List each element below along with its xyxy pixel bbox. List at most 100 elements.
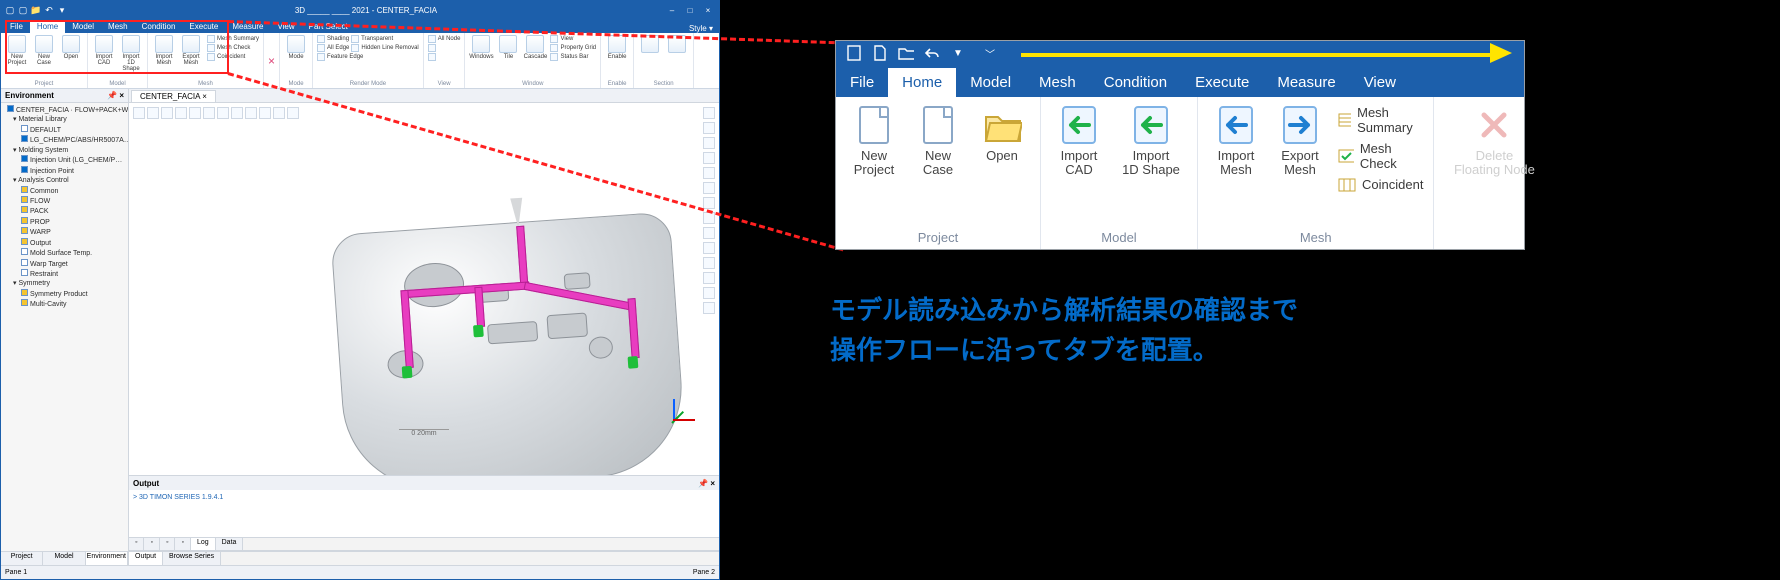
import-1d-button[interactable]: Import1D Shape xyxy=(1115,103,1187,178)
output-line: > 3D TIMON SERIES 1.9.4.1 xyxy=(133,494,715,501)
qat-redo-icon[interactable]: ▾ xyxy=(57,5,67,15)
qat-page-icon[interactable] xyxy=(872,45,888,61)
export-mesh-button[interactable]: ExportMesh xyxy=(1272,103,1328,192)
new-case-button[interactable]: NewCase xyxy=(910,103,966,178)
qat-undo-icon[interactable] xyxy=(924,45,940,61)
coincident-icon xyxy=(1338,178,1356,192)
out-btab-browse[interactable]: Browse Series xyxy=(163,552,221,565)
tab-file[interactable]: File xyxy=(3,20,30,33)
output-pin-icon[interactable]: 📌 × xyxy=(698,479,715,488)
cgroup-project-label: Project xyxy=(846,230,1030,245)
delete-floating-node-button: DeleteFloating Node xyxy=(1444,103,1544,178)
document-tabs: CENTER_FACIA × xyxy=(129,89,719,103)
out-icon-4[interactable]: ◦ xyxy=(175,538,190,550)
model-view xyxy=(330,211,687,475)
out-icon-2[interactable]: ◦ xyxy=(144,538,159,550)
gate-icon xyxy=(402,366,413,379)
mesh-check-item[interactable]: Mesh Check xyxy=(207,44,259,52)
coincident-icon xyxy=(207,53,215,61)
new-case-button[interactable]: NewCase xyxy=(32,35,56,66)
env-tab-project[interactable]: Project xyxy=(1,552,43,565)
out-icon-1[interactable]: ◦ xyxy=(129,538,144,550)
import-mesh-icon xyxy=(155,35,173,53)
all-edge-item[interactable]: All EdgeHidden Line Removal xyxy=(317,44,419,52)
tab-condition[interactable]: Condition xyxy=(135,20,183,33)
out-btab-output[interactable]: Output xyxy=(129,552,163,565)
env-pin-icon[interactable]: 📌 × xyxy=(107,91,124,100)
tab-execute[interactable]: Execute xyxy=(182,20,225,33)
output-panel: Output📌 × > 3D TIMON SERIES 1.9.4.1 ◦ ◦ … xyxy=(129,475,719,565)
status-bar: Pane 1 Pane 2 xyxy=(1,565,719,579)
tab-home[interactable]: Home xyxy=(30,20,65,33)
qat-blank-icon[interactable] xyxy=(846,45,862,61)
import-cad-button[interactable]: ImportCAD xyxy=(1051,103,1107,178)
maximize-button[interactable]: □ xyxy=(683,6,697,15)
doc-close-icon[interactable]: × xyxy=(202,92,207,101)
mesh-check-icon xyxy=(207,44,215,52)
qat-separator: ﹀ xyxy=(982,45,998,61)
windows-button[interactable]: Windows xyxy=(469,35,493,61)
import-1d-button[interactable]: Import1D Shape xyxy=(119,35,143,72)
qat-folder-icon[interactable]: 📁 xyxy=(31,5,41,15)
new-project-button[interactable]: NewProject xyxy=(5,35,29,66)
ctab-condition[interactable]: Condition xyxy=(1090,68,1181,97)
coincident-item[interactable]: Coincident xyxy=(207,53,259,61)
ctab-mesh[interactable]: Mesh xyxy=(1025,68,1090,97)
viewport[interactable]: 0 20mm xyxy=(129,103,719,475)
mode-button[interactable]: Mode xyxy=(284,35,308,60)
cascade-button[interactable]: Cascade xyxy=(523,35,547,61)
mesh-summary-item[interactable]: Mesh Summary xyxy=(207,35,259,43)
mesh-summary-item[interactable]: Mesh Summary xyxy=(1338,105,1423,135)
env-tab-environment[interactable]: Environment xyxy=(86,552,128,565)
ctab-home[interactable]: Home xyxy=(888,68,956,97)
ctab-file[interactable]: File xyxy=(836,68,888,97)
enable-button[interactable]: Enable xyxy=(605,35,629,60)
qat-open-icon[interactable]: ▢ xyxy=(18,5,28,15)
out-icon-3[interactable]: ◦ xyxy=(160,538,175,550)
cgroup-project: NewProject NewCase Open Project xyxy=(836,97,1041,249)
new-project-icon xyxy=(854,103,894,147)
tab-mesh[interactable]: Mesh xyxy=(101,20,135,33)
minimize-button[interactable]: – xyxy=(665,6,679,15)
vt-icon[interactable] xyxy=(133,107,145,119)
ctab-view[interactable]: View xyxy=(1350,68,1410,97)
mesh-check-item[interactable]: Mesh Check xyxy=(1338,141,1423,171)
cgroup-model-label: Model xyxy=(1051,230,1187,245)
orientation-triad[interactable] xyxy=(655,387,691,423)
scale-bar: 0 20mm xyxy=(399,429,449,437)
tree-root[interactable]: CENTER_FACIA · FLOW+PACK+WA… xyxy=(3,105,126,115)
delete-x[interactable]: × xyxy=(264,33,280,88)
cgroup-mesh: ImportMesh ExportMesh Mesh Summary Mesh … xyxy=(1198,97,1434,249)
shading-item[interactable]: ShadingTransparent xyxy=(317,35,419,43)
caption-line-2: 操作フローに沿ってタブを配置。 xyxy=(830,330,1298,370)
style-dropdown[interactable]: Style ▾ xyxy=(683,24,719,33)
qat-undo-icon[interactable]: ↶ xyxy=(44,5,54,15)
import-mesh-button[interactable]: ImportMesh xyxy=(152,35,176,66)
out-tab-data[interactable]: Data xyxy=(216,538,244,550)
import-cad-button[interactable]: ImportCAD xyxy=(92,35,116,72)
environment-tree[interactable]: CENTER_FACIA · FLOW+PACK+WA… ▾ Material … xyxy=(1,103,128,551)
new-project-button[interactable]: NewProject xyxy=(846,103,902,178)
open-button[interactable]: Open xyxy=(59,35,83,66)
import-mesh-button[interactable]: ImportMesh xyxy=(1208,103,1264,192)
close-button[interactable]: × xyxy=(701,6,715,15)
coincident-item[interactable]: Coincident xyxy=(1338,177,1423,192)
mesh-mini-buttons: Mesh Summary Mesh Check Coincident xyxy=(207,35,259,66)
qat-new-icon[interactable]: ▢ xyxy=(5,5,15,15)
export-mesh-button[interactable]: ExportMesh xyxy=(179,35,203,66)
ctab-model[interactable]: Model xyxy=(956,68,1025,97)
env-tab-model[interactable]: Model xyxy=(43,552,85,565)
tab-model[interactable]: Model xyxy=(65,20,101,33)
qat-dropdown-icon[interactable]: ▼ xyxy=(950,45,966,61)
tile-button[interactable]: Tile xyxy=(496,35,520,61)
status-left: Pane 1 xyxy=(5,569,27,576)
ctab-measure[interactable]: Measure xyxy=(1263,68,1349,97)
open-icon xyxy=(62,35,80,53)
ctab-execute[interactable]: Execute xyxy=(1181,68,1263,97)
doc-tab-center-facia[interactable]: CENTER_FACIA × xyxy=(131,90,216,102)
feature-edge-item[interactable]: Feature Edge xyxy=(317,53,419,61)
out-tab-log[interactable]: Log xyxy=(191,538,216,550)
ribbon-group-project: NewProject NewCase Open Project xyxy=(1,33,88,88)
qat-folder-icon[interactable] xyxy=(898,45,914,61)
open-button[interactable]: Open xyxy=(974,103,1030,178)
